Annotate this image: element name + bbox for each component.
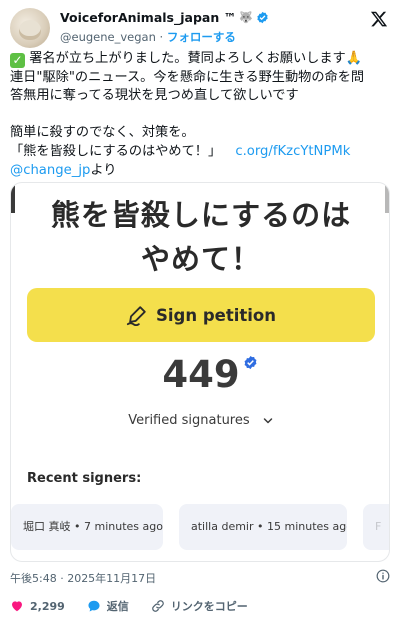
recent-signer-item: 堀口 真岐 • 7 minutes ago: [11, 504, 163, 550]
author-handle[interactable]: @eugene_vegan: [60, 30, 156, 44]
verified-signatures-toggle[interactable]: Verified signatures: [11, 413, 389, 428]
tweet-line-4: 簡単に殺すのでなく、対策を。: [10, 125, 195, 141]
tweet-actions: 2,299 返信 リンクをコピー: [10, 598, 270, 614]
reply-button[interactable]: 返信: [87, 598, 129, 614]
tweet-line-1: ✓ 署名が立ち上がりました。賛同よろしくお願いします🙏: [10, 50, 392, 69]
author-name-row: VoiceforAnimals_japan ™ 🐺: [60, 10, 269, 25]
reply-label: 返信: [106, 600, 129, 613]
recent-signers-label: Recent signers:: [27, 471, 142, 486]
tweet-line-5-text: 「熊を皆殺しにするのはやめて！」: [10, 143, 222, 159]
tweet-line-6: @change_jpより: [10, 162, 392, 181]
petition-title-line-1: 熊を皆殺しにするのは: [50, 198, 352, 232]
tweet-line-6-text: より: [90, 162, 117, 178]
verified-signatures-label: Verified signatures: [128, 413, 250, 428]
author-name[interactable]: VoiceforAnimals_japan ™: [60, 10, 236, 25]
like-count: 2,299: [30, 599, 65, 613]
copy-link-label: リンクをコピー: [170, 600, 248, 613]
tweet-line-3: 答無用に奪ってる現状を見つめ直して欲しいです: [10, 88, 299, 104]
praying-hands-emoji: 🙏: [345, 51, 363, 66]
sign-petition-label: Sign petition: [155, 305, 276, 325]
tweet-text: ✓ 署名が立ち上がりました。賛同よろしくお願いします🙏 連日"駆除"のニュース。…: [10, 50, 392, 180]
recent-signer-item: F: [363, 504, 389, 550]
info-icon[interactable]: [376, 569, 390, 583]
handle-row: @eugene_vegan · フォローする: [60, 29, 236, 45]
pen-icon: [126, 306, 146, 326]
sign-petition-button[interactable]: Sign petition: [27, 288, 375, 342]
tweet-line-2: 連日"駆除"のニュース。今を懸命に生きる野生動物の命を問: [10, 69, 365, 85]
tweet-line-5: 「熊を皆殺しにするのはやめて！」 c.org/fKzcYtNPMk: [10, 143, 392, 162]
avatar[interactable]: [10, 8, 50, 48]
tweet-header: VoiceforAnimals_japan ™ 🐺 @eugene_vegan …: [10, 8, 390, 48]
petition-title: 熊を皆殺しにするのは やめて！: [11, 193, 389, 281]
verified-badge-icon: [244, 355, 257, 370]
x-logo-icon[interactable]: [370, 10, 388, 28]
separator: ·: [159, 30, 164, 44]
link-icon: [151, 600, 164, 612]
reply-icon: [88, 600, 100, 612]
copy-link-button[interactable]: リンクをコピー: [151, 598, 248, 614]
signature-count: 449: [162, 353, 257, 396]
petition-link[interactable]: c.org/fKzcYtNPMk: [235, 144, 350, 159]
check-mark-icon: ✓: [10, 53, 25, 68]
recent-signer-item: atilla demir • 15 minutes ago: [179, 504, 347, 550]
petition-card[interactable]: 熊を皆殺しにするのは やめて！ Sign petition 449 Verifi…: [10, 182, 390, 562]
like-button[interactable]: 2,299: [10, 599, 65, 613]
follow-button[interactable]: フォローする: [167, 30, 236, 44]
verified-icon: [257, 11, 268, 24]
petition-title-line-2: やめて！: [140, 242, 261, 276]
chevron-down-icon: [263, 417, 273, 423]
heart-icon: [12, 601, 22, 612]
tweet-timestamp[interactable]: 午後5:48 · 2025年11月17日: [10, 570, 156, 586]
signature-count-wrap: 449: [11, 353, 389, 396]
author-name-emoji: 🐺: [239, 11, 253, 24]
change-jp-mention[interactable]: @change_jp: [10, 163, 90, 178]
tweet-line-1-text: 署名が立ち上がりました。賛同よろしくお願いします: [29, 51, 346, 66]
signature-count-value: 449: [162, 353, 240, 396]
